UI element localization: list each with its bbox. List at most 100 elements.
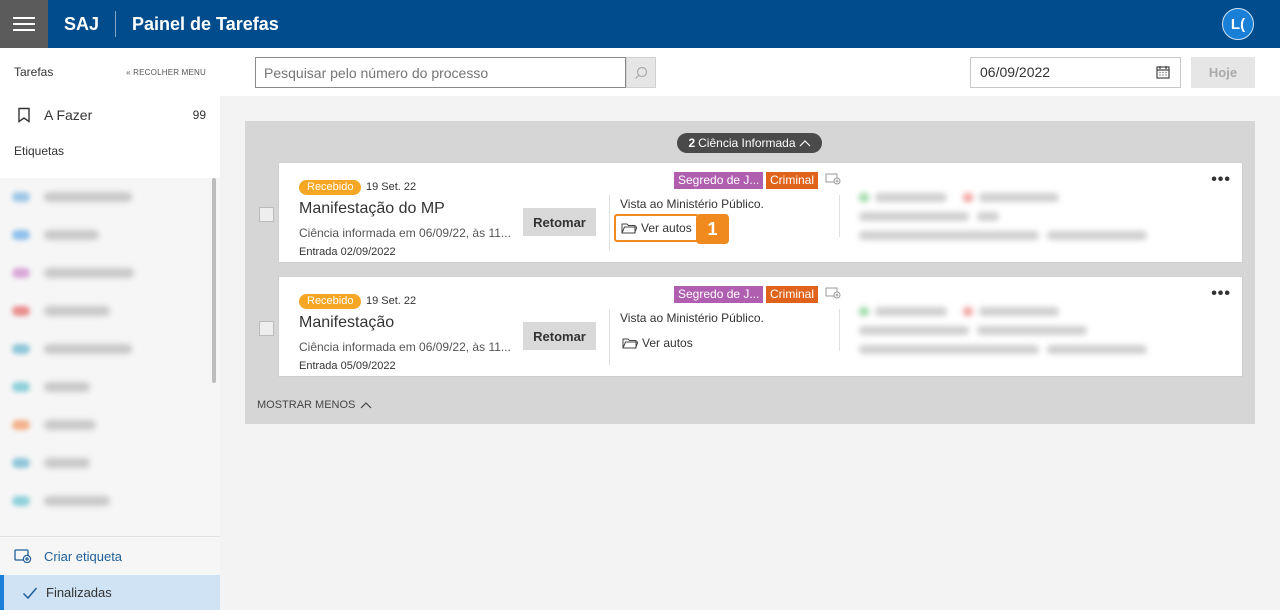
task-checkbox[interactable]: [259, 207, 274, 222]
entry-date: Entrada 05/09/2022: [299, 360, 396, 372]
criminal-tag: Criminal: [766, 286, 819, 303]
view-records-button[interactable]: Ver autos: [614, 214, 699, 242]
user-avatar[interactable]: L(: [1222, 8, 1254, 40]
chevron-up-icon: [360, 402, 372, 409]
deadline-date: 19 Set. 22: [366, 181, 417, 193]
sidebar-scrollbar[interactable]: [212, 178, 216, 383]
folder-open-icon: [621, 223, 637, 234]
resume-button[interactable]: Retomar: [523, 208, 596, 236]
more-options-button[interactable]: •••: [1211, 171, 1231, 189]
task-action: Vista ao Ministério Público.: [620, 311, 764, 325]
sidebar-item-label: A Fazer: [44, 107, 93, 123]
today-button[interactable]: Hoje: [1191, 57, 1255, 88]
deadline-date: 19 Set. 22: [366, 295, 417, 307]
sidebar-tag-item[interactable]: [0, 444, 220, 482]
sidebar-tag-item[interactable]: [0, 330, 220, 368]
task-group: 2 Ciência Informada Recebido 19 Set. 22 …: [245, 121, 1255, 424]
top-bar: SAJ Painel de Tarefas L(: [0, 0, 1280, 48]
task-subtitle: Ciência informada em 06/09/22, às 11...: [299, 340, 511, 354]
tag-label-blurred: [44, 496, 110, 506]
tag-label-blurred: [44, 268, 134, 278]
tag-color-dot: [12, 458, 30, 468]
search-button[interactable]: [626, 57, 656, 88]
sidebar: Tarefas « RECOLHER MENU A Fazer 99 Etiqu…: [0, 48, 220, 610]
brand-logo[interactable]: SAJ: [64, 11, 117, 37]
divider: [839, 195, 840, 237]
sidebar-tag-item[interactable]: [0, 406, 220, 444]
search-input[interactable]: [255, 57, 626, 88]
collapse-menu-button[interactable]: « RECOLHER MENU: [126, 68, 206, 77]
resume-button[interactable]: Retomar: [523, 322, 596, 350]
task-title: Manifestação: [299, 314, 395, 331]
bookmark-icon: [18, 107, 30, 123]
show-less-label: MOSTRAR MENOS: [257, 399, 356, 411]
collapse-menu-label: RECOLHER MENU: [133, 67, 206, 77]
task-card[interactable]: Recebido 19 Set. 22 Manifestação Ciência…: [259, 276, 1243, 377]
hamburger-menu-button[interactable]: [0, 0, 48, 48]
task-checkbox[interactable]: [259, 321, 274, 336]
folder-open-icon: [622, 338, 638, 349]
sidebar-tag-item[interactable]: [0, 368, 220, 406]
sidebar-tag-item[interactable]: [0, 254, 220, 292]
blurred-details: [859, 191, 1159, 249]
toolbar: 06/09/2022 Hoje: [220, 48, 1280, 96]
sidebar-tag-item[interactable]: [0, 216, 220, 254]
step-marker: 1: [696, 214, 729, 244]
tag-color-dot: [12, 382, 30, 392]
add-tag-icon: [14, 549, 32, 563]
tag-color-dot: [12, 192, 30, 202]
menu-icon-line: [13, 29, 35, 31]
tag-label-blurred: [44, 382, 90, 392]
sidebar-tag-item[interactable]: [0, 178, 220, 216]
tag-color-dot: [12, 230, 30, 240]
task-title: Manifestação do MP: [299, 200, 445, 217]
sidebar-item-todo[interactable]: A Fazer 99: [0, 96, 220, 134]
tag-label-blurred: [44, 344, 132, 354]
create-tag-label: Criar etiqueta: [44, 548, 123, 564]
search-icon: [635, 66, 648, 79]
task-action: Vista ao Ministério Público.: [620, 197, 764, 211]
calendar-icon[interactable]: [1156, 65, 1170, 79]
tag-color-dot: [12, 268, 30, 278]
sidebar-section-title: Tarefas: [14, 65, 54, 79]
date-value: 06/09/2022: [980, 64, 1051, 80]
show-less-button[interactable]: MOSTRAR MENOS: [257, 399, 372, 411]
todo-count: 99: [192, 108, 206, 122]
tag-color-dot: [12, 496, 30, 506]
blurred-details: [859, 305, 1159, 363]
view-records-button[interactable]: Ver autos: [619, 332, 696, 354]
task-card[interactable]: Recebido 19 Set. 22 Manifestação do MP C…: [259, 162, 1243, 263]
tag-label-blurred: [44, 192, 132, 202]
tag-label-blurred: [44, 306, 110, 316]
secret-justice-tag: Segredo de J...: [674, 286, 764, 303]
page-title: Painel de Tarefas: [132, 13, 279, 34]
tags-list: [0, 178, 220, 536]
tag-label-blurred: [44, 458, 90, 468]
manage-tags-icon[interactable]: [825, 287, 841, 299]
divider: [609, 309, 610, 365]
status-badge: Recebido: [299, 294, 362, 309]
tag-label-blurred: [44, 420, 96, 430]
tags-section-title: Etiquetas: [14, 144, 65, 158]
status-badge: Recebido: [299, 180, 362, 195]
view-records-label: Ver autos: [641, 221, 692, 235]
menu-icon-line: [13, 17, 35, 19]
group-count: 2: [688, 136, 696, 150]
sidebar-tag-item[interactable]: [0, 482, 220, 520]
group-toggle[interactable]: 2 Ciência Informada: [677, 133, 822, 153]
date-field[interactable]: 06/09/2022: [970, 57, 1181, 88]
task-subtitle: Ciência informada em 06/09/22, às 11...: [299, 226, 511, 240]
sidebar-tag-item[interactable]: [0, 292, 220, 330]
chevron-up-icon: [799, 140, 810, 147]
check-icon: [22, 587, 38, 599]
sidebar-item-label: Finalizadas: [46, 585, 112, 600]
more-options-button[interactable]: •••: [1211, 285, 1231, 303]
view-records-label: Ver autos: [642, 336, 693, 350]
sidebar-item-finished[interactable]: Finalizadas: [0, 575, 220, 610]
manage-tags-icon[interactable]: [825, 173, 841, 185]
criminal-tag: Criminal: [766, 172, 819, 189]
tag-color-dot: [12, 420, 30, 430]
tag-label-blurred: [44, 230, 99, 240]
group-label: Ciência Informada: [698, 136, 796, 150]
create-tag-button[interactable]: Criar etiqueta: [0, 536, 220, 575]
